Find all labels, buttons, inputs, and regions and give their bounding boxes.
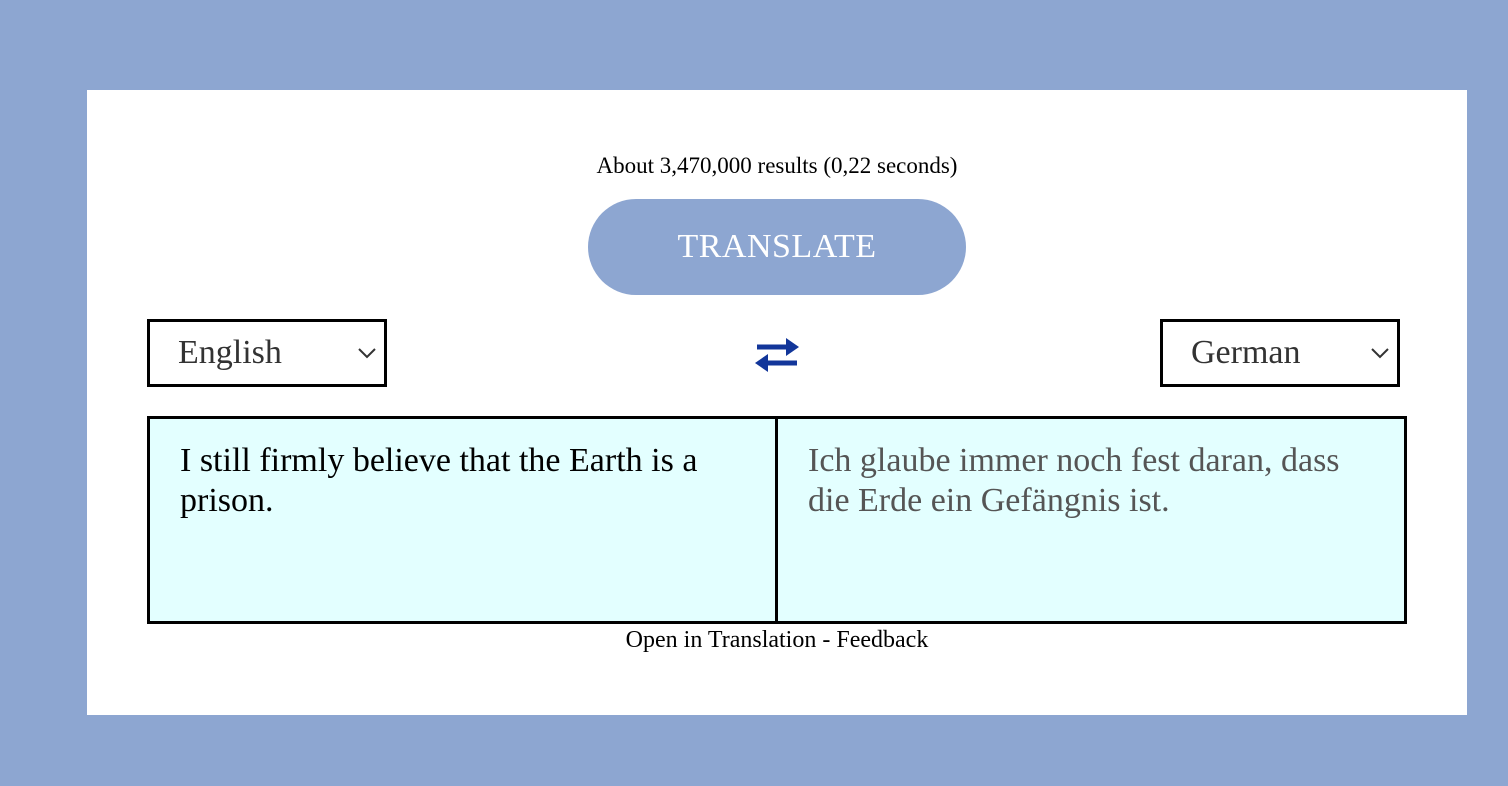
- source-language-select[interactable]: English: [147, 319, 387, 387]
- target-language-select[interactable]: German: [1160, 319, 1400, 387]
- translation-card: About 3,470,000 results (0,22 seconds) T…: [87, 90, 1467, 715]
- results-count: About 3,470,000 results (0,22 seconds): [596, 153, 958, 178]
- chevron-down-icon: [358, 348, 376, 359]
- translation-panels: I still firmly believe that the Earth is…: [147, 416, 1407, 624]
- target-language-value: German: [1191, 334, 1301, 371]
- translated-text-output: Ich glaube immer noch fest daran, dass d…: [808, 442, 1340, 519]
- footer-links: Open in Translation - Feedback: [87, 626, 1467, 654]
- open-in-translation-link[interactable]: Open in Translation: [626, 627, 817, 653]
- feedback-link[interactable]: Feedback: [836, 627, 928, 653]
- chevron-down-icon: [1371, 348, 1389, 359]
- translate-button[interactable]: TRANSLATE: [588, 199, 966, 295]
- source-text-input[interactable]: I still firmly believe that the Earth is…: [150, 419, 778, 621]
- footer-separator: -: [816, 627, 837, 653]
- swap-arrows-icon[interactable]: [753, 337, 801, 373]
- source-language-value: English: [178, 334, 282, 371]
